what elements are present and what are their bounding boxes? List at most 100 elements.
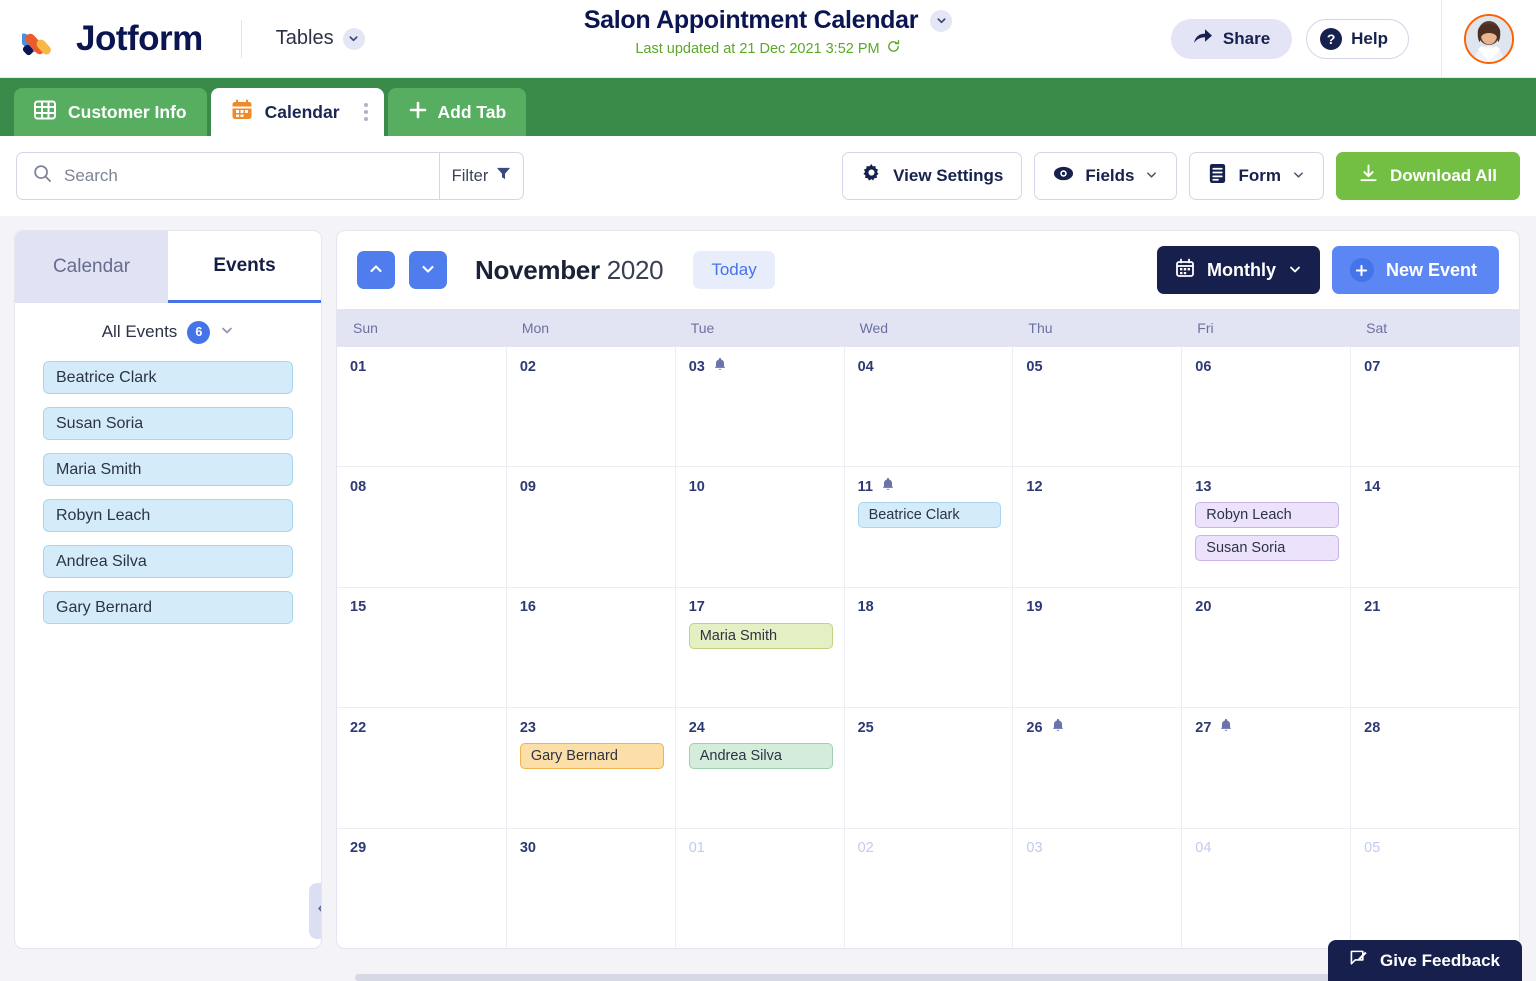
- bell-icon: [881, 477, 895, 497]
- calendar-day-cell[interactable]: 01: [337, 347, 506, 466]
- calendar-day-cell[interactable]: 11Beatrice Clark: [844, 467, 1013, 586]
- day-number: 08: [350, 479, 366, 495]
- day-number: 29: [350, 840, 366, 856]
- today-button[interactable]: Today: [693, 251, 774, 289]
- sidebar-tab-calendar[interactable]: Calendar: [15, 231, 168, 303]
- day-header: Fri: [1181, 309, 1350, 347]
- calendar-day-cell[interactable]: 06: [1181, 347, 1350, 466]
- sidebar-event-chip[interactable]: Andrea Silva: [43, 545, 293, 578]
- calendar-day-cell[interactable]: 24Andrea Silva: [675, 708, 844, 827]
- view-settings-button[interactable]: View Settings: [842, 152, 1022, 200]
- calendar-day-cell[interactable]: 28: [1350, 708, 1519, 827]
- calendar-event-chip[interactable]: Susan Soria: [1195, 535, 1339, 561]
- filter-label: Filter: [452, 167, 489, 186]
- calendar-day-cell[interactable]: 25: [844, 708, 1013, 827]
- calendar-day-cell[interactable]: 30: [506, 829, 675, 948]
- calendar-day-cell[interactable]: 01: [675, 829, 844, 948]
- calendar-day-cell[interactable]: 27: [1181, 708, 1350, 827]
- eye-icon: [1053, 165, 1074, 187]
- calendar-event-chip[interactable]: Beatrice Clark: [858, 502, 1002, 528]
- day-number: 15: [350, 599, 366, 615]
- calendar-day-cell[interactable]: 14: [1350, 467, 1519, 586]
- day-number-row: 18: [858, 599, 1002, 616]
- new-event-button[interactable]: New Event: [1332, 246, 1499, 294]
- calendar-day-cell[interactable]: 26: [1012, 708, 1181, 827]
- calendar-day-cell[interactable]: 04: [1181, 829, 1350, 948]
- previous-month-button[interactable]: [357, 251, 395, 289]
- calendar-day-cell[interactable]: 09: [506, 467, 675, 586]
- search-field-wrap[interactable]: [17, 153, 439, 199]
- calendar-day-cell[interactable]: 08: [337, 467, 506, 586]
- horizontal-scrollbar[interactable]: [355, 974, 1406, 981]
- calendar-day-cell[interactable]: 21: [1350, 588, 1519, 707]
- form-button[interactable]: Form: [1189, 152, 1324, 200]
- calendar-week-row: 15 1617Maria Smith 18 19 20 21: [337, 587, 1519, 707]
- day-number-row: 12: [1026, 478, 1170, 495]
- calendar-icon: [1175, 258, 1195, 283]
- avatar[interactable]: [1464, 14, 1514, 64]
- calendar-day-cell[interactable]: 03: [675, 347, 844, 466]
- avatar-container[interactable]: [1441, 0, 1536, 78]
- calendar-day-cell[interactable]: 23Gary Bernard: [506, 708, 675, 827]
- calendar-day-cell[interactable]: 10: [675, 467, 844, 586]
- calendar-event-chip[interactable]: Gary Bernard: [520, 743, 664, 769]
- title-chevron-down-icon[interactable]: [930, 10, 952, 32]
- header-divider: [241, 20, 242, 58]
- sidebar-tabs: Calendar Events: [15, 231, 321, 303]
- calendar-day-cell[interactable]: 15: [337, 588, 506, 707]
- search-input[interactable]: [64, 166, 423, 186]
- last-updated-text: Last updated at 21 Dec 2021 3:52 PM: [635, 41, 879, 57]
- calendar-event-chip[interactable]: Maria Smith: [689, 623, 833, 649]
- sidebar-collapse-handle[interactable]: [309, 883, 322, 939]
- filter-button[interactable]: Filter: [439, 153, 523, 199]
- day-number-row: 20: [1195, 599, 1339, 616]
- tab-options-icon[interactable]: [360, 99, 372, 125]
- calendar-day-cell[interactable]: 29: [337, 829, 506, 948]
- calendar-day-cell[interactable]: 17Maria Smith: [675, 588, 844, 707]
- day-number-row: 21: [1364, 599, 1508, 616]
- share-button[interactable]: Share: [1171, 19, 1292, 59]
- day-number-row: 02: [858, 840, 1002, 857]
- all-events-selector[interactable]: All Events 6: [15, 303, 321, 361]
- calendar-day-cell[interactable]: 18: [844, 588, 1013, 707]
- feedback-icon: [1350, 949, 1369, 973]
- sidebar-event-chip[interactable]: Susan Soria: [43, 407, 293, 440]
- sidebar-event-chip[interactable]: Maria Smith: [43, 453, 293, 486]
- calendar-day-cell[interactable]: 19: [1012, 588, 1181, 707]
- sidebar-tab-events[interactable]: Events: [168, 231, 321, 303]
- next-month-button[interactable]: [409, 251, 447, 289]
- download-all-button[interactable]: Download All: [1336, 152, 1520, 200]
- calendar-day-cell[interactable]: 22: [337, 708, 506, 827]
- calendar-day-cell[interactable]: 02: [844, 829, 1013, 948]
- main-body: Calendar Events All Events 6 Beatrice Cl…: [0, 216, 1536, 981]
- refresh-icon[interactable]: [886, 39, 901, 59]
- calendar-week-row: 29 3001 02 030405: [337, 828, 1519, 948]
- calendar-day-cell[interactable]: 13Robyn LeachSusan Soria: [1181, 467, 1350, 586]
- tables-menu[interactable]: Tables: [276, 27, 365, 50]
- calendar-day-cell[interactable]: 05: [1350, 829, 1519, 948]
- tab-calendar[interactable]: Calendar: [211, 88, 384, 136]
- calendar-day-cell[interactable]: 03: [1012, 829, 1181, 948]
- day-number: 12: [1026, 479, 1042, 495]
- day-number-row: 25: [858, 719, 1002, 736]
- tab-customer-info[interactable]: Customer Info: [14, 88, 207, 136]
- give-feedback-button[interactable]: Give Feedback: [1328, 940, 1522, 981]
- day-number-row: 05: [1026, 358, 1170, 375]
- view-mode-button[interactable]: Monthly: [1157, 246, 1320, 294]
- calendar-day-cell[interactable]: 05: [1012, 347, 1181, 466]
- calendar-day-cell[interactable]: 02: [506, 347, 675, 466]
- calendar-day-cell[interactable]: 16: [506, 588, 675, 707]
- calendar-event-chip[interactable]: Andrea Silva: [689, 743, 833, 769]
- calendar-event-chip[interactable]: Robyn Leach: [1195, 502, 1339, 528]
- help-button[interactable]: ? Help: [1306, 19, 1409, 59]
- calendar-day-cell[interactable]: 12: [1012, 467, 1181, 586]
- sidebar-event-chip[interactable]: Beatrice Clark: [43, 361, 293, 394]
- day-number-row: 03: [689, 358, 833, 375]
- calendar-day-cell[interactable]: 04: [844, 347, 1013, 466]
- sidebar-event-chip[interactable]: Robyn Leach: [43, 499, 293, 532]
- calendar-day-cell[interactable]: 20: [1181, 588, 1350, 707]
- calendar-day-cell[interactable]: 07: [1350, 347, 1519, 466]
- sidebar-event-chip[interactable]: Gary Bernard: [43, 591, 293, 624]
- add-tab-button[interactable]: Add Tab: [388, 88, 527, 136]
- fields-button[interactable]: Fields: [1034, 152, 1177, 200]
